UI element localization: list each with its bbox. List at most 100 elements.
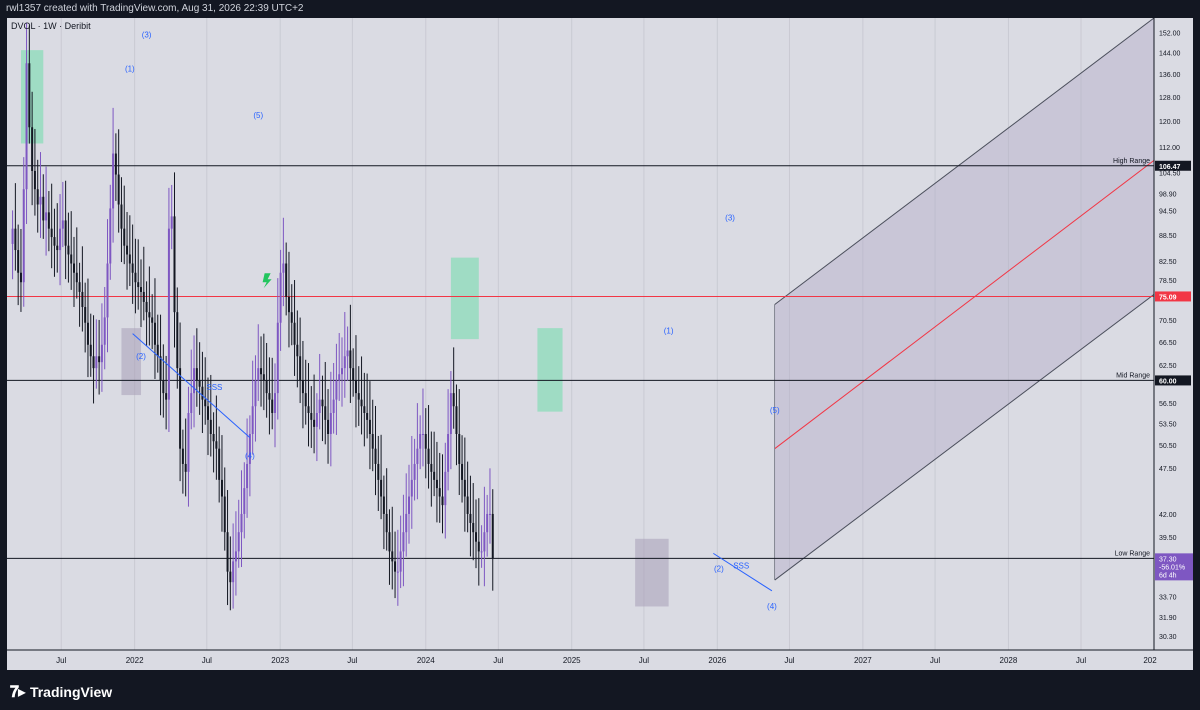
candle-body: [251, 406, 254, 434]
candle-body: [153, 322, 156, 345]
candle-body: [332, 399, 335, 413]
wave-label: (5): [770, 406, 780, 415]
time-tick-label: 2027: [854, 656, 872, 665]
wave-label: (3): [142, 30, 152, 39]
lightning-icon: [262, 273, 272, 289]
candle-body: [413, 463, 416, 480]
candle-body: [106, 263, 109, 318]
candle-body: [243, 488, 246, 514]
candle-body: [287, 296, 290, 313]
candle-body: [299, 356, 302, 381]
tradingview-logo[interactable]: 𝟕▸ TradingView: [10, 682, 112, 702]
candle-body: [218, 448, 221, 480]
candle-body: [475, 532, 478, 542]
price-tick-label: 88.50: [1159, 233, 1177, 240]
time-tick-label: Jul: [56, 656, 66, 665]
candle-body: [341, 368, 344, 375]
candle-body: [234, 551, 237, 562]
price-tick-label: 47.50: [1159, 466, 1177, 473]
price-tick-label: 66.50: [1159, 340, 1177, 347]
candle-body: [173, 216, 176, 313]
candle-body: [179, 368, 182, 449]
price-tick-label: 136.00: [1159, 72, 1181, 79]
tradingview-wordmark: TradingView: [29, 684, 113, 700]
candle-body: [463, 479, 466, 497]
candle-body: [100, 344, 103, 363]
symbol-label: DVOL · 1W · Deribit: [11, 21, 91, 31]
candle-body: [444, 471, 447, 506]
candle-body: [95, 356, 98, 369]
candle-body: [486, 513, 489, 533]
candle-body: [438, 488, 441, 497]
candle-body: [491, 513, 494, 559]
candle-body: [162, 380, 165, 394]
level-label: Low Range: [1115, 550, 1151, 557]
price-tick-label: 39.50: [1159, 535, 1177, 542]
candle-body: [190, 393, 193, 413]
candle-body: [424, 433, 427, 449]
candle-body: [86, 322, 89, 345]
time-tick-label: Jul: [784, 656, 794, 665]
candle-body: [354, 380, 357, 394]
candle-body: [50, 228, 53, 238]
candle-body: [346, 350, 349, 357]
candle-body: [170, 216, 173, 229]
candle-body: [209, 419, 212, 434]
candle-body: [466, 496, 469, 514]
candle-body: [452, 393, 455, 407]
candle-body: [148, 312, 151, 318]
price-tick-label: 128.00: [1159, 95, 1181, 102]
last-price-tag-text: 6d 4h: [1159, 572, 1177, 579]
candle-body: [483, 532, 486, 552]
candle-body: [89, 344, 92, 357]
price-level-tag-text: 60.00: [1159, 378, 1177, 385]
price-tick-label: 42.00: [1159, 512, 1177, 519]
candle-body: [159, 356, 162, 381]
price-tick-label: 50.50: [1159, 443, 1177, 450]
candle-body: [201, 386, 204, 400]
candle-body: [447, 433, 450, 472]
chart-area[interactable]: High Range Mid Range Low Range (1) (3) (5) (2)…: [7, 18, 1193, 670]
candle-body: [268, 393, 271, 400]
wave-label: (2): [714, 565, 724, 574]
candle-body: [42, 196, 45, 221]
candle-body: [70, 254, 73, 264]
candle-body: [371, 433, 374, 449]
time-tick-label: 2026: [708, 656, 726, 665]
candle-body: [382, 496, 385, 514]
price-tick-label: 120.00: [1159, 119, 1181, 126]
candle-body: [380, 479, 383, 497]
candle-body: [279, 272, 282, 323]
candle-body: [469, 513, 472, 523]
price-chart[interactable]: High Range Mid Range Low Range (1) (3) (5) (2)…: [7, 18, 1193, 670]
candle-body: [388, 532, 391, 552]
candle-body: [313, 419, 316, 427]
candle-body: [282, 263, 285, 273]
candle-body: [156, 344, 159, 357]
candle-body: [318, 399, 321, 413]
candle-body: [410, 479, 413, 497]
candle-body: [343, 356, 346, 369]
candle-body: [307, 406, 310, 413]
candle-body: [165, 393, 168, 400]
candle-body: [240, 513, 243, 533]
candle-body: [335, 380, 338, 400]
candle-body: [324, 406, 327, 420]
time-tick-label: Jul: [1076, 656, 1086, 665]
candle-body: [366, 412, 369, 420]
candle-body: [11, 228, 14, 244]
candle-body: [360, 399, 363, 407]
candle-body: [435, 479, 438, 489]
candle-body: [260, 368, 263, 375]
candle-body: [126, 245, 129, 255]
candle-body: [349, 350, 352, 369]
candle-body: [458, 433, 461, 464]
candle-body: [271, 399, 274, 413]
candle-body: [53, 237, 56, 246]
price-tick-label: 33.70: [1159, 594, 1177, 601]
price-tick-label: 112.00: [1159, 145, 1180, 152]
candle-body: [184, 463, 187, 472]
candle-body: [39, 196, 42, 205]
candle-body: [198, 380, 201, 387]
header-bar: rwl1357 created with TradingView.com, Au…: [0, 0, 1200, 18]
